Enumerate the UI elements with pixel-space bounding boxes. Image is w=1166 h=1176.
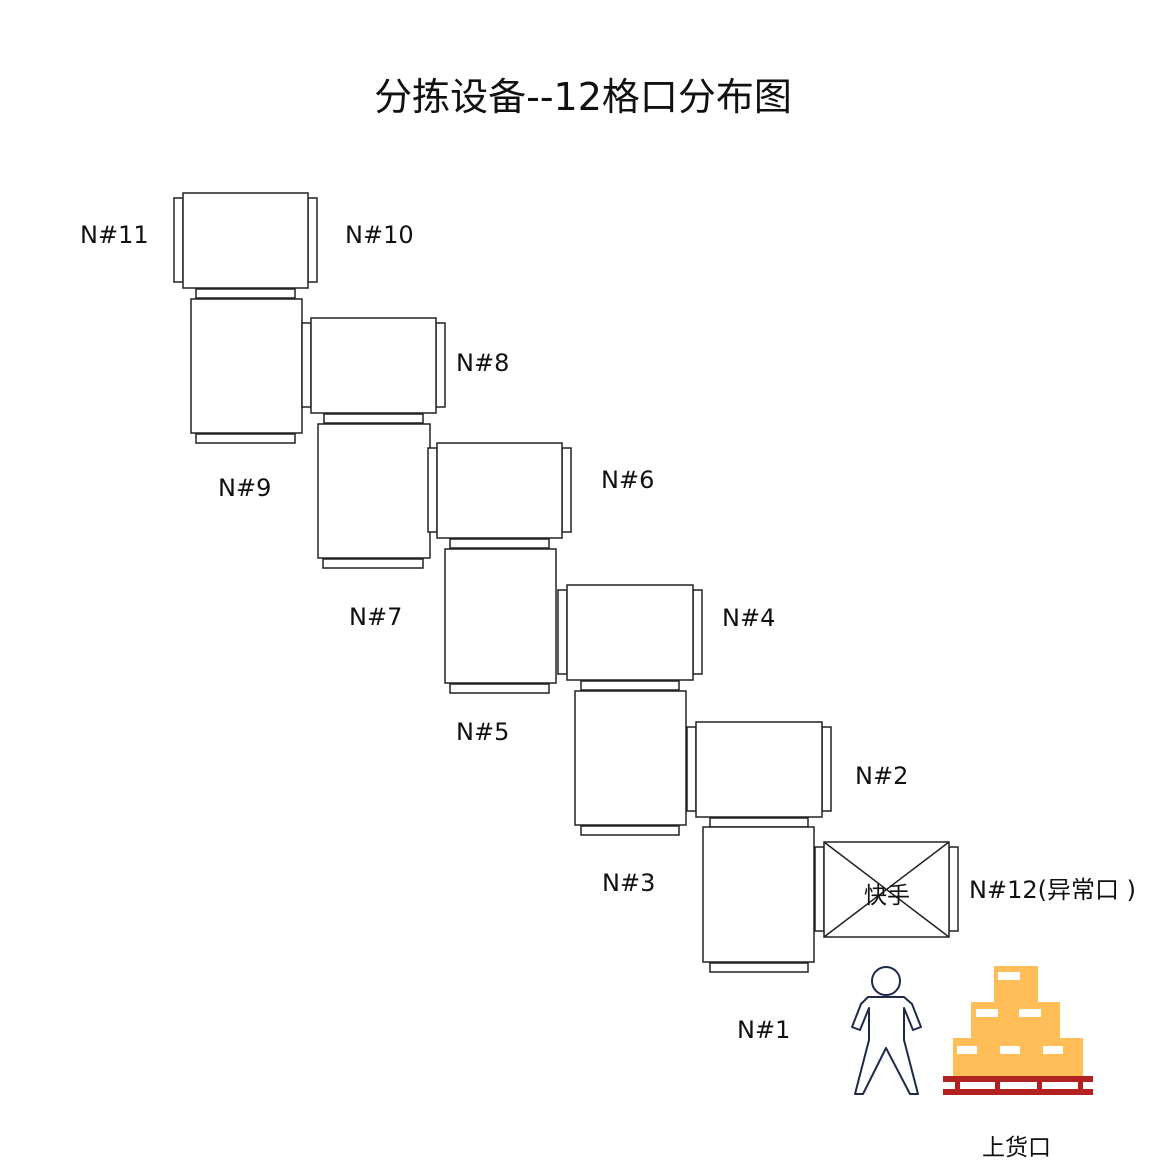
port-label-n12: N#12(异常口 ) xyxy=(969,876,1136,904)
chute-unit-11-10 xyxy=(173,192,318,299)
sorter-layout xyxy=(173,192,1093,1095)
port-label-n2: N#2 xyxy=(855,762,909,790)
port-label-n10: N#10 xyxy=(345,221,414,249)
port-label-n8: N#8 xyxy=(456,349,510,377)
chute-unit-7 xyxy=(317,423,431,569)
chute-unit-2 xyxy=(686,721,832,828)
chute-unit-8 xyxy=(301,317,446,424)
chute-unit-5 xyxy=(444,548,557,694)
port-label-n1: N#1 xyxy=(737,1016,791,1044)
port-label-n6: N#6 xyxy=(601,466,655,494)
chute-unit-1 xyxy=(702,826,815,973)
chute-unit-6 xyxy=(427,442,572,549)
chute-unit-4 xyxy=(557,584,703,691)
chute-unit-3 xyxy=(574,690,687,836)
port-label-n5: N#5 xyxy=(456,718,510,746)
quick-hand-label: 快手 xyxy=(864,883,910,909)
port-label-n3: N#3 xyxy=(602,869,656,897)
port-label-n11: N#11 xyxy=(80,221,149,249)
loading-port-label: 上货口 xyxy=(982,1135,1051,1161)
cargo-stack-icon xyxy=(943,966,1093,1095)
port-label-n4: N#4 xyxy=(722,604,776,632)
port-label-n7: N#7 xyxy=(349,603,403,631)
operator-person-icon xyxy=(851,966,922,1095)
port-label-n9: N#9 xyxy=(218,474,272,502)
pallet xyxy=(943,1076,1093,1095)
chute-unit-9 xyxy=(190,298,303,444)
